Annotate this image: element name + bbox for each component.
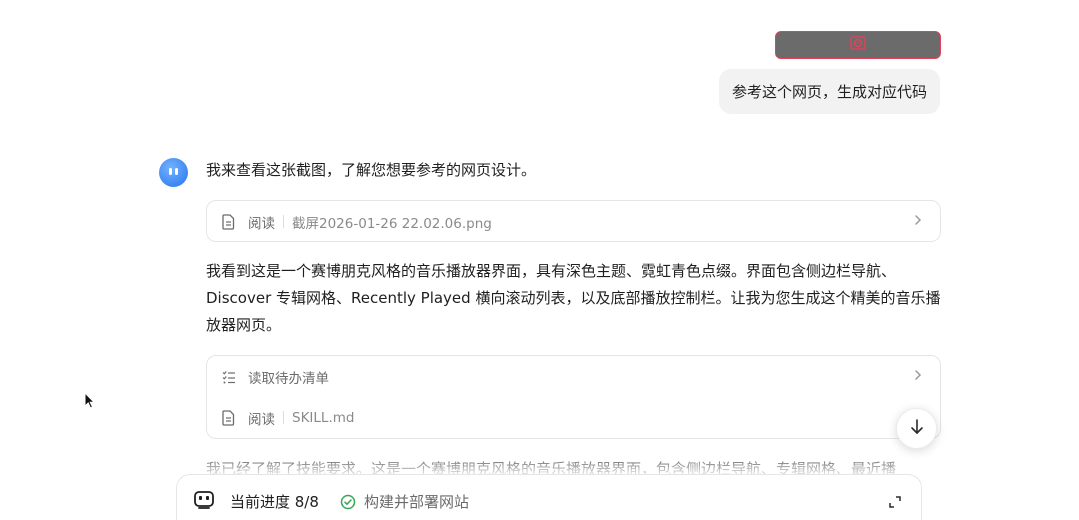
task-progress-bar[interactable]: 当前进度 8/8 构建并部署网站 [176,474,922,520]
assistant-avatar-icon [159,158,188,187]
chevron-right-icon [914,214,922,230]
tool-card-read-image[interactable]: 阅读 截屏2026-01-26 22.02.06.png [206,200,941,242]
tool-target-filename: SKILL.md [292,409,355,426]
user-message-text: 参考这个网页，生成对应代码 [731,83,927,101]
scroll-to-bottom-button[interactable] [896,408,937,449]
divider [283,215,284,228]
image-error-icon [849,34,867,56]
expand-icon[interactable] [889,493,901,512]
divider [283,411,284,424]
tool-target-filename: 截屏2026-01-26 22.02.06.png [292,215,492,232]
user-message-bubble: 参考这个网页，生成对应代码 [718,69,940,114]
assistant-intro: 我来查看这张截图，了解您想要参考的网页设计。 [206,161,537,179]
tool-row-read-skill[interactable]: 阅读 SKILL.md [207,397,940,438]
tool-action-label: 阅读 [248,411,275,428]
document-icon [222,409,236,426]
current-task: 构建并部署网站 [340,491,469,512]
assistant-analysis: 我看到这是一个赛博朋克风格的音乐播放器界面，具有深色主题、霓虹青色点缀。界面包含… [206,262,941,334]
check-circle-icon [340,494,356,509]
arrow-down-icon [910,418,924,439]
robot-icon [193,488,215,514]
tool-action-label: 阅读 [248,215,275,232]
mouse-cursor-icon [84,391,96,414]
checklist-icon [222,369,236,385]
tool-card-group[interactable]: 读取待办清单 阅读 SKILL.md [206,355,941,439]
current-task-label: 构建并部署网站 [364,493,470,511]
chevron-right-icon [914,369,922,385]
progress-label: 当前进度 8/8 [230,493,319,511]
document-icon [222,213,236,230]
user-image-attachment[interactable] [775,31,941,59]
tool-action-label: 读取待办清单 [248,370,329,387]
tool-row-todo[interactable]: 读取待办清单 [207,356,940,397]
